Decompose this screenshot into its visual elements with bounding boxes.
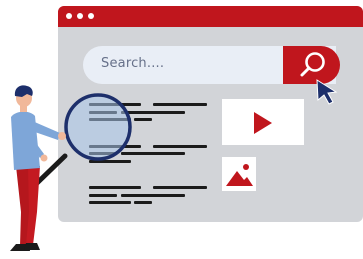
pointer-cursor-icon — [316, 79, 338, 105]
search-illustration: Search.... — [0, 0, 363, 259]
person-figure — [10, 79, 338, 251]
